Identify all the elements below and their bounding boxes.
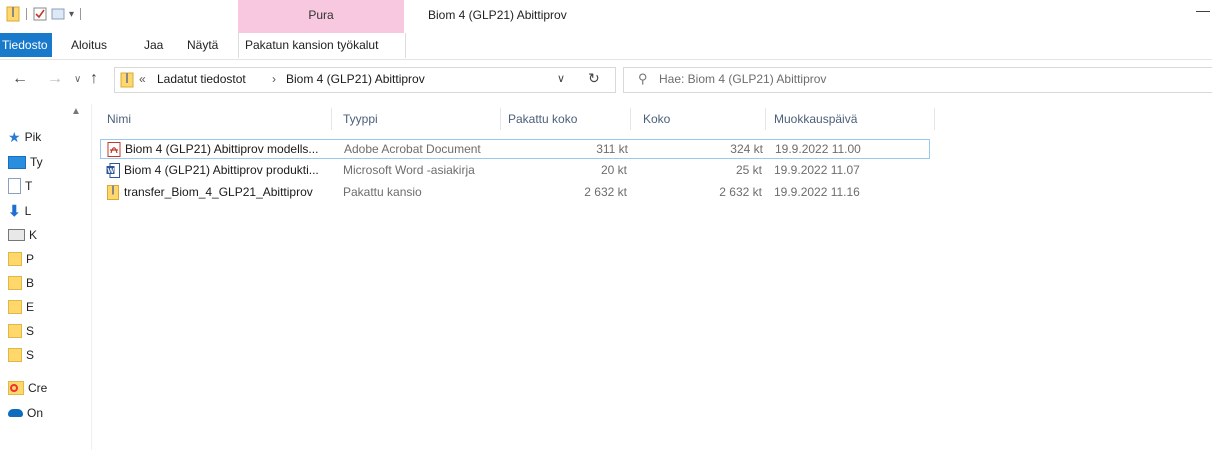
- nav-item-label: On: [27, 406, 44, 420]
- folder-icon: [8, 324, 22, 338]
- title-bar: ▾ Pura Biom 4 (GLP21) Abittiprov —: [0, 0, 1212, 34]
- tab-view[interactable]: Näytä: [181, 33, 224, 57]
- table-row[interactable]: Biom 4 (GLP21) Abittiprov modells... Ado…: [100, 139, 930, 159]
- file-name: Biom 4 (GLP21) Abittiprov produkti...: [124, 163, 319, 177]
- scroll-up-arrow-icon[interactable]: ▲: [71, 106, 81, 117]
- nav-item-label: Cre: [28, 381, 48, 395]
- tab-file[interactable]: Tiedosto: [0, 33, 52, 57]
- breadcrumb-downloads[interactable]: Ladatut tiedostot: [157, 72, 246, 86]
- search-placeholder: Hae: Biom 4 (GLP21) Abittiprov: [659, 72, 827, 86]
- nav-item-label: S: [26, 348, 35, 362]
- column-header-packed-size[interactable]: Pakattu koko: [501, 108, 631, 130]
- back-arrow-icon[interactable]: ←: [12, 70, 28, 88]
- nav-desktop[interactable]: Ty: [8, 152, 43, 172]
- onedrive-icon: [8, 409, 23, 417]
- folder-icon: [8, 276, 22, 290]
- document-icon: [8, 178, 21, 194]
- toolbar-divider: [26, 8, 27, 20]
- customize-toolbar-icon[interactable]: ▾: [69, 9, 74, 20]
- nav-onedrive[interactable]: On: [8, 403, 43, 423]
- file-modified: 19.9.2022 11.07: [774, 163, 860, 177]
- address-bar[interactable]: « Ladatut tiedostot › Biom 4 (GLP21) Abi…: [114, 67, 616, 93]
- nav-item-label: E: [26, 300, 35, 314]
- nav-creative-cloud[interactable]: Cre: [8, 378, 47, 398]
- nav-folder[interactable]: S: [8, 321, 34, 341]
- search-icon: ⚲: [638, 71, 648, 86]
- nav-item-label: Ty: [30, 155, 43, 169]
- extract-context-label: Pura: [308, 8, 334, 22]
- up-arrow-icon[interactable]: ↑: [90, 70, 98, 88]
- download-icon: ⬇: [8, 203, 21, 220]
- file-packed-size: 20 kt: [600, 163, 627, 177]
- file-packed-size: 2 632 kt: [584, 185, 627, 199]
- navigation-row: ← → ∨ ↑ « Ladatut tiedostot › Biom 4 (GL…: [0, 64, 1212, 96]
- nav-pictures[interactable]: K: [8, 225, 37, 245]
- pdf-icon: [107, 142, 121, 157]
- file-name: Biom 4 (GLP21) Abittiprov modells...: [125, 142, 319, 156]
- file-modified: 19.9.2022 11.00: [775, 142, 861, 156]
- folder-icon: [8, 252, 22, 266]
- recent-locations-chevron-icon[interactable]: ∨: [74, 74, 81, 85]
- new-folder-icon[interactable]: [51, 6, 65, 22]
- refresh-icon[interactable]: ↻: [588, 70, 600, 87]
- nav-folder[interactable]: E: [8, 297, 34, 317]
- navigation-pane[interactable]: ▲ ★ Pik Ty T ⬇ L K P B E S S Cre On: [0, 104, 92, 450]
- quick-access-toolbar: ▾: [6, 6, 83, 22]
- nav-item-label: Pik: [24, 130, 42, 144]
- desktop-icon: [8, 155, 26, 169]
- search-input[interactable]: ⚲ Hae: Biom 4 (GLP21) Abittiprov: [623, 67, 1212, 93]
- nav-folder[interactable]: P: [8, 249, 34, 269]
- column-header-name[interactable]: Nimi: [100, 108, 332, 130]
- table-row[interactable]: transfer_Biom_4_GLP21_Abittiprov Pakattu…: [100, 183, 930, 203]
- file-type: Microsoft Word -asiakirja: [343, 163, 475, 177]
- file-name: transfer_Biom_4_GLP21_Abittiprov: [124, 185, 313, 199]
- forward-arrow-icon[interactable]: →: [47, 70, 63, 88]
- tab-compressed-folder-tools[interactable]: Pakatun kansion työkalut: [238, 33, 406, 58]
- nav-item-label: T: [25, 179, 33, 193]
- zip-folder-icon: [6, 6, 20, 22]
- nav-item-label: K: [29, 228, 38, 242]
- address-dropdown-icon[interactable]: ∨: [557, 72, 565, 85]
- nav-folder[interactable]: B: [8, 273, 34, 293]
- column-header-type[interactable]: Tyyppi: [336, 108, 501, 130]
- word-doc-icon: W: [106, 163, 120, 178]
- tab-home[interactable]: Aloitus: [65, 33, 113, 57]
- zip-folder-icon: [107, 185, 119, 200]
- file-type: Pakattu kansio: [343, 185, 422, 199]
- extract-context-tab[interactable]: Pura: [238, 0, 404, 34]
- nav-item-label: P: [26, 252, 35, 266]
- file-size: 324 kt: [730, 142, 763, 156]
- file-size: 25 kt: [735, 163, 762, 177]
- nav-folder[interactable]: S: [8, 345, 34, 365]
- column-header-size[interactable]: Koko: [631, 108, 766, 130]
- file-packed-size: 311 kt: [596, 142, 628, 156]
- toolbar-divider: [80, 8, 82, 20]
- svg-text:W: W: [108, 168, 115, 175]
- ribbon-tabs: Tiedosto Aloitus Jaa Näytä Pakatun kansi…: [0, 33, 1212, 60]
- nav-item-label: S: [26, 324, 35, 338]
- file-size: 2 632 kt: [719, 185, 762, 199]
- folder-icon: [8, 348, 22, 362]
- nav-item-label: B: [26, 276, 35, 290]
- nav-item-label: L: [24, 204, 32, 218]
- properties-check-icon[interactable]: [33, 6, 47, 22]
- column-header-modified[interactable]: Muokkauspäivä: [766, 108, 935, 130]
- address-overflow-chevron[interactable]: «: [139, 72, 146, 86]
- tab-share[interactable]: Jaa: [138, 33, 169, 57]
- breadcrumb-current-folder[interactable]: Biom 4 (GLP21) Abittiprov: [286, 72, 425, 86]
- pictures-icon: [8, 229, 25, 241]
- file-type: Adobe Acrobat Document: [344, 142, 481, 156]
- creative-cloud-icon: [8, 381, 24, 395]
- window-title: Biom 4 (GLP21) Abittiprov: [428, 8, 567, 22]
- folder-icon: [8, 300, 22, 314]
- nav-downloads[interactable]: ⬇ L: [8, 201, 31, 221]
- nav-quick-access[interactable]: ★ Pik: [8, 127, 41, 147]
- zip-folder-icon: [120, 72, 134, 88]
- table-row[interactable]: W Biom 4 (GLP21) Abittiprov produkti... …: [100, 161, 930, 181]
- file-modified: 19.9.2022 11.16: [774, 185, 860, 199]
- star-icon: ★: [8, 128, 21, 145]
- minimize-button[interactable]: —: [1196, 2, 1210, 18]
- breadcrumb-separator-icon[interactable]: ›: [272, 72, 276, 86]
- nav-documents[interactable]: T: [8, 176, 32, 196]
